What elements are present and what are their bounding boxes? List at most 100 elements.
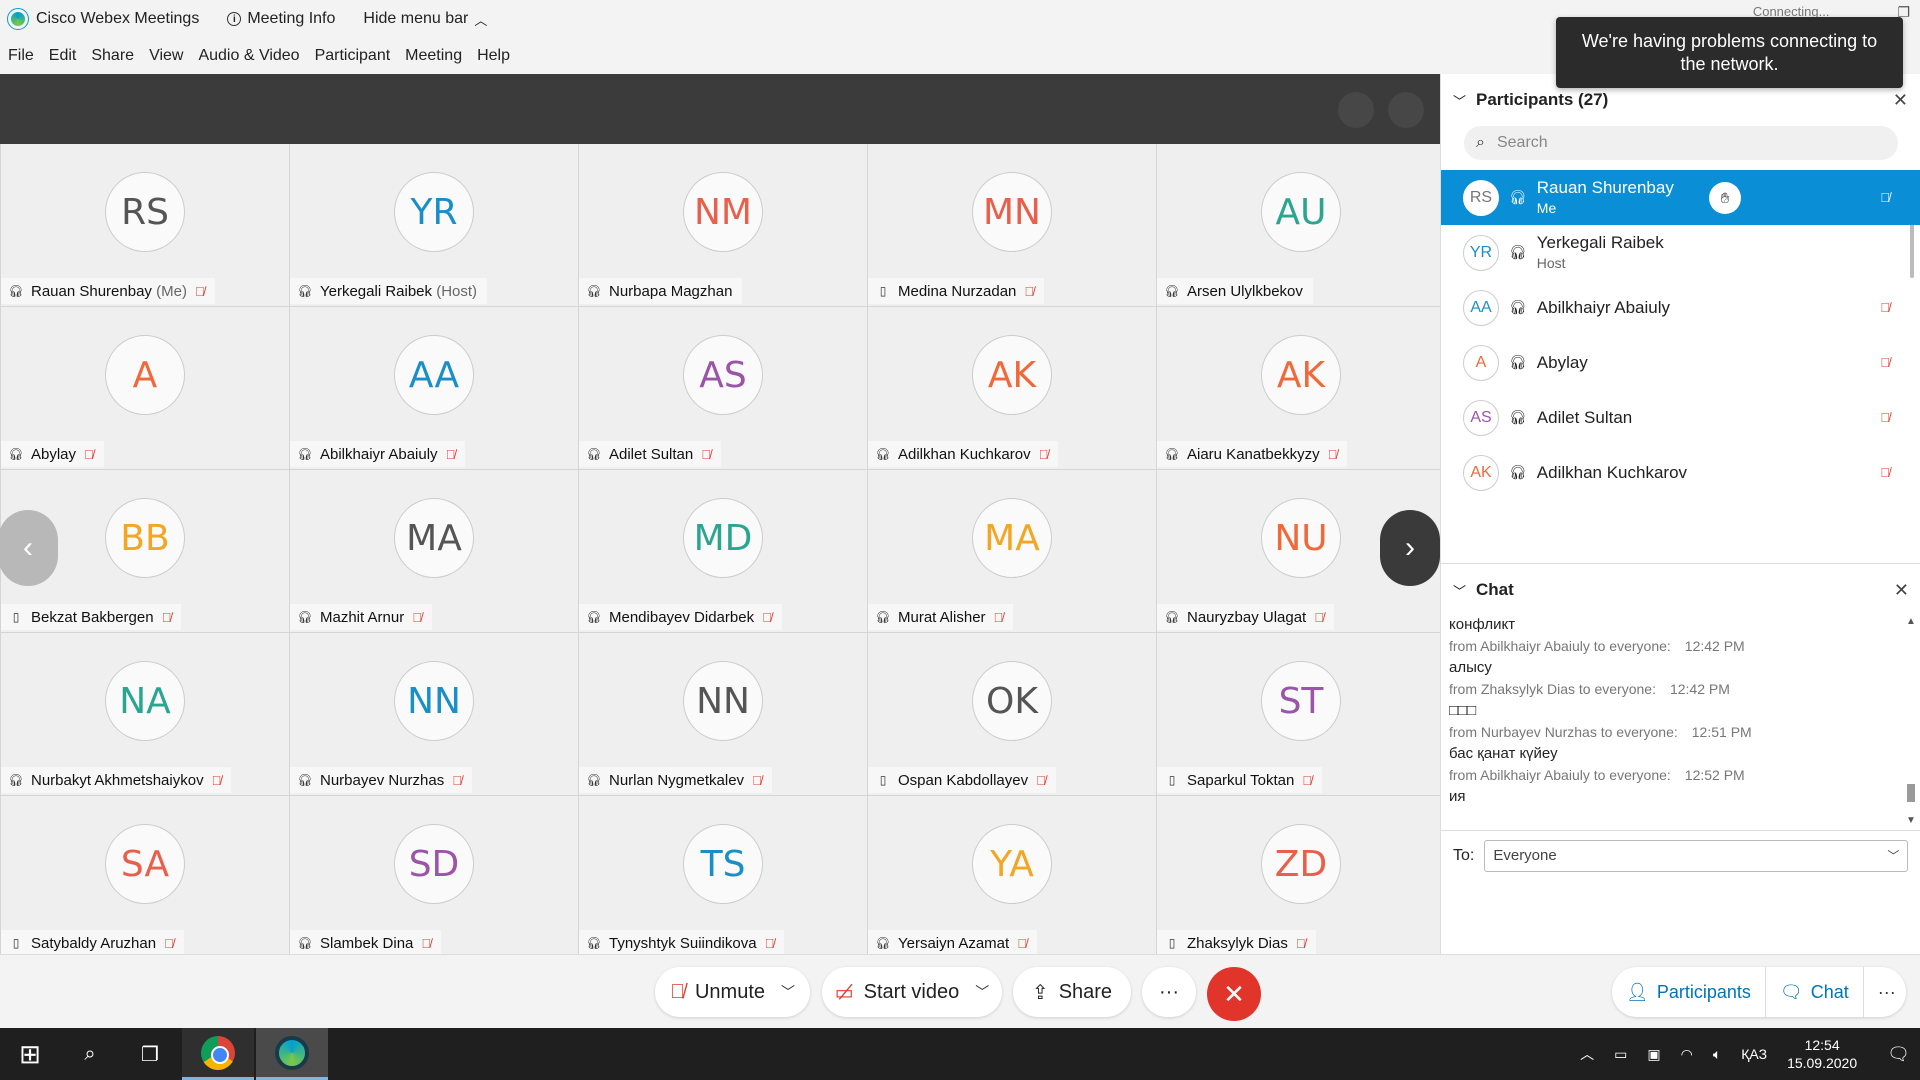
chat-scroll-thumb[interactable] (1907, 784, 1915, 802)
participant-tile[interactable]: NN 🎧︎ Nurbayev Nurzhas 🎙̸ (290, 633, 578, 795)
person-icon: 👤︎ (1626, 981, 1649, 1002)
network-warning-tooltip: We're having problems connecting to the … (1556, 17, 1903, 88)
close-chat-icon[interactable]: ✕ (1894, 580, 1909, 601)
chat-messages: конфликт from Abilkhaiyr Abaiuly to every… (1441, 614, 1920, 824)
participant-list-item[interactable]: AK 🎧︎ Aiaru Kanatbekkyzy 🎙̸ (1441, 500, 1920, 506)
participant-list-item[interactable]: AA 🎧︎ Abilkhaiyr Abaiuly 🎙̸ (1441, 280, 1920, 335)
chevron-down-icon[interactable]: ﹀ (1453, 581, 1466, 600)
participant-name: Adilkhan Kuchkarov (898, 445, 1031, 463)
participant-list-item[interactable]: RS 🎧︎ Rauan Shurenbay Me ✋︎ 🎙̸ (1441, 170, 1920, 225)
muted-mic-icon: 🎙̸ (84, 446, 94, 462)
clock[interactable]: 12:54 15.09.2020 (1787, 1036, 1857, 1072)
menu-file[interactable]: File (8, 47, 34, 65)
fullscreen-icon[interactable] (1388, 92, 1424, 128)
muted-mic-icon: 🎙̸ (1036, 772, 1046, 788)
notifications-icon[interactable]: 🗨︎ (1887, 1044, 1910, 1065)
chevron-down-icon[interactable]: ﹀ (1453, 91, 1466, 110)
menu-meeting[interactable]: Meeting (405, 47, 462, 65)
recipient-select[interactable]: Everyone ﹀ (1484, 839, 1909, 872)
participant-tile[interactable]: MN ▯ Medina Nurzadan 🎙̸ (868, 144, 1156, 306)
scroll-up-icon[interactable]: ▲ (1905, 616, 1917, 627)
participants-toggle-button[interactable]: 👤︎ Participants (1612, 967, 1766, 1017)
next-page-button[interactable]: › (1380, 510, 1440, 586)
participant-tile[interactable]: AK 🎧︎ Adilkhan Kuchkarov 🎙̸ (868, 307, 1156, 469)
menu-view[interactable]: View (149, 47, 183, 65)
layout-icon[interactable] (1338, 92, 1374, 128)
chat-toggle-button[interactable]: 🗨︎ Chat (1766, 967, 1864, 1017)
muted-mic-icon: 🎙̸ (164, 935, 174, 951)
participant-tile[interactable]: MA 🎧︎ Murat Alisher 🎙̸ (868, 470, 1156, 632)
avatar: NN (394, 661, 474, 741)
scroll-down-icon[interactable]: ▼ (1905, 815, 1917, 826)
volume-icon[interactable]: 🔈︎ (1713, 1046, 1721, 1063)
battery-icon[interactable]: ▭ (1614, 1046, 1627, 1063)
participant-tile[interactable]: OK ▯ Ospan Kabdollayev 🎙̸ (868, 633, 1156, 795)
participant-tile[interactable]: RS 🎧︎ Rauan Shurenbay (Me) 🎙̸ (1, 144, 289, 306)
search-icon[interactable]: ⌕ (60, 1028, 120, 1080)
participant-tile[interactable]: AS 🎧︎ Adilet Sultan 🎙̸ (579, 307, 867, 469)
headset-icon: 🎧︎ (1164, 447, 1180, 461)
monitor-icon[interactable]: ▣ (1647, 1046, 1660, 1063)
participant-tile[interactable]: TS 🎧︎ Tynyshtyk Suiindikova 🎙̸ (579, 796, 867, 958)
name-label: ▯ Bekzat Bakbergen 🎙̸ (1, 604, 182, 630)
wifi-icon[interactable]: ◠ (1681, 1046, 1693, 1063)
task-view-icon[interactable]: ❐ (120, 1028, 180, 1080)
participant-tile[interactable]: ZD ▯ Zhaksylyk Dias 🎙̸ (1157, 796, 1445, 958)
muted-mic-icon: 🎙̸ (1880, 190, 1890, 205)
previous-page-button[interactable]: ‹ (0, 510, 58, 586)
participant-tile[interactable]: MD 🎧︎ Mendibayev Didarbek 🎙̸ (579, 470, 867, 632)
participant-tile[interactable]: SD 🎧︎ Slambek Dina 🎙̸ (290, 796, 578, 958)
unmute-label: Unmute (694, 980, 766, 1003)
end-meeting-button[interactable]: ✕ (1207, 967, 1261, 1021)
avatar: MA (972, 498, 1052, 578)
participant-tile[interactable]: SA ▯ Satybaldy Aruzhan 🎙̸ (1, 796, 289, 958)
share-button[interactable]: ⇪ Share (1013, 967, 1131, 1017)
participant-list-item[interactable]: A 🎧︎ Abylay 🎙̸ (1441, 335, 1920, 390)
participant-tile[interactable]: ST ▯ Saparkul Toktan 🎙̸ (1157, 633, 1445, 795)
windows-start-icon[interactable]: ⊞ (0, 1028, 60, 1080)
more-options-button[interactable]: ··· (1142, 967, 1196, 1017)
participant-tile[interactable]: AU 🎧︎ Arsen Ulylkbekov (1157, 144, 1445, 306)
unmute-button[interactable]: 🎙̸ Unmute ﹀ (655, 967, 810, 1017)
headset-icon: 🎧︎ (297, 284, 313, 298)
participant-tile[interactable]: YR 🎧︎ Yerkegali Raibek (Host) (290, 144, 578, 306)
menu-participant[interactable]: Participant (315, 47, 391, 65)
participant-list-name: Adilkhan Kuchkarov (1536, 462, 1688, 482)
chat-scrollbar[interactable]: ▲ ▼ (1905, 616, 1917, 826)
menu-audio-video[interactable]: Audio & Video (198, 47, 299, 65)
hide-menu-bar-button[interactable]: Hide menu bar ︿ (363, 10, 487, 29)
chrome-taskbar-button[interactable] (182, 1028, 254, 1080)
participant-list-item[interactable]: YR 🎧︎ Yerkegali Raibek Host (1441, 225, 1920, 280)
chat-recipient-row: To: Everyone ﹀ (1441, 830, 1920, 880)
participant-tile[interactable]: NM 🎧︎ Nurbapa Magzhan (579, 144, 867, 306)
webex-taskbar-button[interactable] (256, 1028, 328, 1080)
name-label: 🎧︎ Rauan Shurenbay (Me) 🎙̸ (1, 278, 215, 304)
participant-name: Saparkul Toktan (1187, 771, 1295, 789)
avatar: NN (683, 661, 763, 741)
participant-list-item[interactable]: AS 🎧︎ Adilet Sultan 🎙̸ (1441, 390, 1920, 445)
meeting-info-button[interactable]: i Meeting Info (227, 10, 335, 28)
participant-tile[interactable]: YA 🎧︎ Yersaiyn Azamat 🎙̸ (868, 796, 1156, 958)
chevron-down-icon[interactable]: ﹀ (975, 982, 989, 1002)
menu-help[interactable]: Help (477, 47, 510, 65)
chrome-icon (201, 1035, 235, 1070)
menu-edit[interactable]: Edit (49, 47, 77, 65)
participant-search-input[interactable]: ⌕ Search (1464, 126, 1898, 160)
participant-tile[interactable]: NN 🎧︎ Nurlan Nygmetkalev 🎙̸ (579, 633, 867, 795)
menu-share[interactable]: Share (91, 47, 134, 65)
participant-tile[interactable]: AK 🎧︎ Aiaru Kanatbekkyzy 🎙̸ (1157, 307, 1445, 469)
chevron-down-icon[interactable]: ﹀ (781, 982, 795, 1002)
close-participants-icon[interactable]: ✕ (1893, 90, 1908, 111)
chat-sender: from Zhaksylyk Dias to everyone: (1449, 680, 1656, 697)
participant-tile[interactable]: MA 🎧︎ Mazhit Arnur 🎙̸ (290, 470, 578, 632)
tray-expand-icon[interactable]: ︿ (1580, 1044, 1594, 1064)
participant-tile[interactable]: A 🎧︎ Abylay 🎙̸ (1, 307, 289, 469)
participant-tile[interactable]: NA 🎧︎ Nurbakyt Akhmetshaiykov 🎙̸ (1, 633, 289, 795)
participant-list-item[interactable]: AK 🎧︎ Adilkhan Kuchkarov 🎙̸ (1441, 445, 1920, 500)
panel-more-button[interactable]: ··· (1864, 967, 1910, 1017)
language-indicator[interactable]: ҚАЗ (1741, 1046, 1767, 1062)
raise-hand-icon[interactable]: ✋︎ (1709, 182, 1741, 214)
start-video-button[interactable]: ▭̸ Start video ﹀ (822, 967, 1002, 1017)
participant-tile[interactable]: AA 🎧︎ Abilkhaiyr Abaiuly 🎙̸ (290, 307, 578, 469)
avatar: YA (972, 824, 1052, 904)
